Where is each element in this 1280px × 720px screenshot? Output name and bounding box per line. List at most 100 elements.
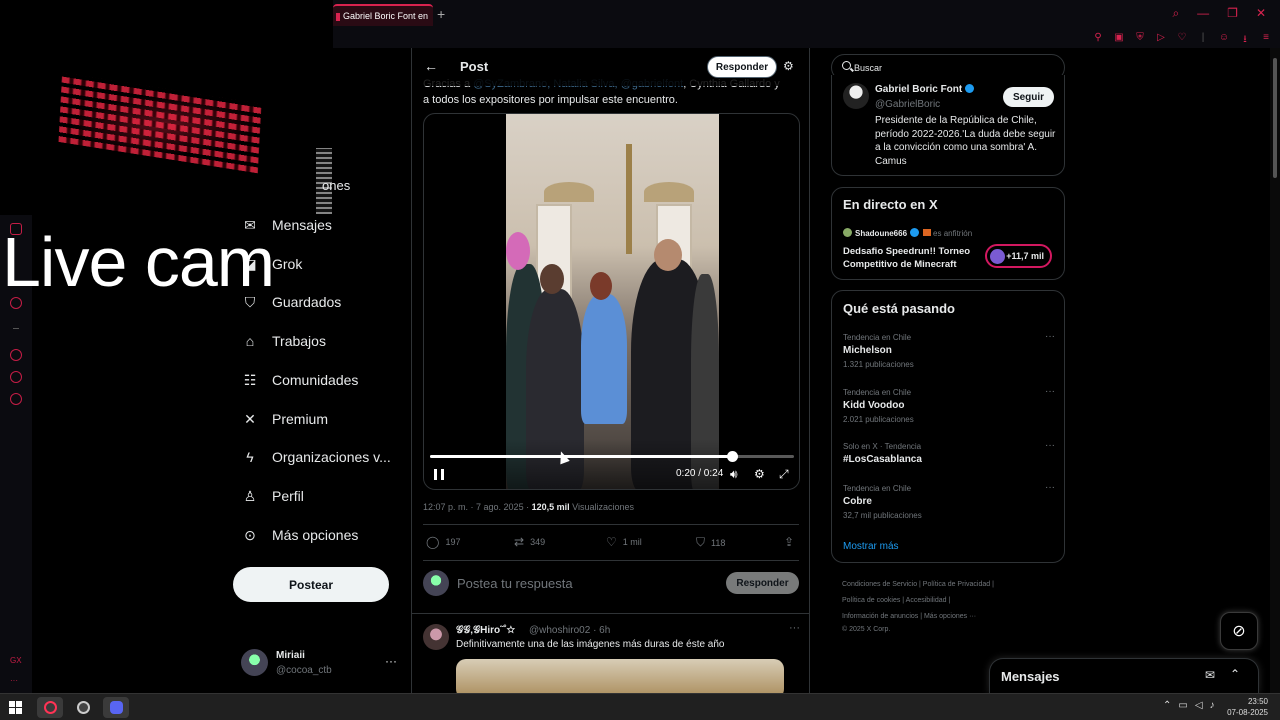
nav-item-notifications-partial[interactable]: ones [322,178,350,193]
trends-title: Qué está pasando [843,301,955,316]
tab-title: Gabriel Boric Font en [343,11,429,21]
trend-more-icon[interactable]: ··· [1045,386,1055,397]
video-scrubber-handle[interactable] [727,451,739,462]
page-scrollbar[interactable] [1270,48,1280,693]
shield-icon[interactable]: ⛨ [1134,32,1146,49]
footer-line[interactable]: Condiciones de Servicio | Política de Pr… [842,577,1062,593]
back-arrow-icon[interactable]: ← [424,58,438,74]
trend-item[interactable]: Tendencia en Chile Cobre 32,7 mil public… [843,482,1055,524]
reply-action[interactable]: ◯ 197 [426,535,460,549]
divider [423,560,799,561]
post-timestamp[interactable]: 12:07 p. m. · 7 ago. 2025 · [423,502,532,512]
trend-item[interactable]: Tendencia en Chile Michelson 1.321 publi… [843,331,1055,373]
nav-item-premium[interactable]: ✕ Premium [242,407,328,431]
bolt-icon: ϟ [246,449,254,465]
new-message-icon[interactable]: ✉ [1205,668,1215,682]
profile-handle[interactable]: @GabrielBoric [875,99,940,110]
trend-more-icon[interactable]: ··· [1045,440,1055,451]
sidebar-chat-icon[interactable] [10,371,22,383]
new-tab-button[interactable]: + [437,6,445,22]
expand-icon[interactable]: ⌃ [1230,667,1240,681]
profile-icon[interactable]: ☺ [1218,32,1230,49]
header-reply-button[interactable]: Responder [707,56,777,78]
nav-item-profile[interactable]: ♙ Perfil [242,484,304,508]
show-more-link[interactable]: Mostrar más [843,541,899,552]
footer-line[interactable]: Información de anuncios | Más opciones ·… [842,609,1062,625]
avatar[interactable] [843,83,869,109]
pin-icon[interactable]: ⚲ [1092,32,1104,49]
maximize-button[interactable]: ❐ [1227,6,1238,21]
snapshot-icon[interactable]: ▣ [1113,32,1125,49]
mic-icon[interactable]: ♪ [1210,700,1215,711]
scrollbar-thumb[interactable] [1273,58,1277,178]
volume-icon[interactable]: ◁ [1195,700,1203,711]
repost-action[interactable]: ⇄ 349 [514,535,545,549]
browser-tab-active[interactable]: Gabriel Boric Font en [333,4,433,26]
like-count: 1 mil [622,537,642,547]
post-button[interactable]: Postear [233,567,389,602]
close-button[interactable]: ✕ [1256,6,1266,21]
live-host-row[interactable]: Shadoune666 es anfitrión [843,228,972,238]
reply-tweet[interactable]: 𝒢𝒢,𝒢Hiro˜˚☆ @whoshiro02 · 6h ··· Definit… [423,622,803,693]
trend-context: Tendencia en Chile [843,388,912,397]
nav-item-jobs[interactable]: ⌂ Trabajos [242,329,326,353]
minimize-button[interactable]: — [1197,6,1209,21]
trend-more-icon[interactable]: ··· [1045,331,1055,342]
trend-more-icon[interactable]: ··· [1045,482,1055,493]
taskbar-obs[interactable] [70,697,96,718]
account-handle: @cocoa_ctb [276,665,332,676]
heart-icon[interactable]: ♡ [1176,32,1188,49]
profile-name[interactable]: Gabriel Boric Font [875,84,975,95]
account-more-icon[interactable]: ··· [385,654,397,668]
reply-author-name[interactable]: 𝒢𝒢,𝒢Hiro˜˚☆ [456,625,515,636]
system-clock[interactable]: 23:50 07-08-2025 [1226,696,1268,718]
like-action[interactable]: ♡ 1 mil [606,535,642,549]
sliders-icon[interactable]: ⚙ [783,59,794,73]
settings-gear-icon[interactable]: ⚙ [754,467,765,481]
video-frame [506,114,719,489]
download-icon[interactable]: ⭳ [1239,32,1251,49]
nav-label: Premium [272,411,329,427]
nav-label: Comunidades [272,372,359,388]
pause-icon[interactable] [434,469,444,480]
reply-submit-button[interactable]: Responder [726,572,799,594]
taskbar-opera[interactable] [37,697,63,718]
post-header: ← Post Responder ⚙ [412,48,809,86]
reply-image[interactable] [456,659,784,693]
play-icon[interactable]: ▷ [1155,32,1167,49]
messages-dock[interactable]: Mensajes ✉ ⌃ [989,658,1259,693]
bookmark-action[interactable]: ⛉ 118 [696,535,725,550]
share-action[interactable]: ⇪ [784,535,800,549]
sidebar-more-icon[interactable]: ··· [10,676,18,685]
network-icon[interactable]: ▭ [1178,700,1187,711]
account-switcher[interactable]: Miriaii @cocoa_ctb ··· [241,648,401,680]
nav-item-more[interactable]: ⊙ Más opciones [242,523,358,547]
nav-item-organizations[interactable]: ϟ Organizaciones v... [242,445,391,469]
nav-item-communities[interactable]: ☷ Comunidades [242,368,359,392]
sidebar-gx-icon[interactable]: GX [10,656,22,665]
sidebar-settings-icon[interactable] [10,393,22,405]
taskbar-discord[interactable] [103,697,129,718]
grok-floating-button[interactable]: ⊘ [1220,612,1258,650]
profile-card: Gabriel Boric Font @GabrielBoric Seguir … [831,75,1065,176]
live-stream-title[interactable]: Dedsafio Speedrun!! Torneo Competitivo d… [843,245,983,271]
video-player[interactable]: 0:20 / 0:24 🔊︎ ⚙ ⤢ [423,113,800,490]
fullscreen-icon[interactable]: ⤢ [779,467,789,482]
trend-item[interactable]: Tendencia en Chile Kidd Voodoo 2.021 pub… [843,386,1055,428]
account-name: Miriaii [276,650,305,661]
tray-chevron-icon[interactable]: ⌃ [1163,700,1171,711]
menu-icon[interactable]: ≡ [1260,32,1272,49]
live-viewers-badge[interactable]: +11,7 mil [985,244,1052,268]
footer-line[interactable]: Política de cookies | Accesibilidad | [842,593,1062,609]
reply-input[interactable]: Postea tu respuesta [457,576,573,591]
search-tabs-icon[interactable]: ⌕ [1172,6,1179,21]
reply-more-icon[interactable]: ··· [789,622,800,634]
trend-item[interactable]: Solo en X · Tendencia #LosCasablanca ··· [843,440,1055,482]
volume-icon[interactable]: 🔊︎ [730,467,738,482]
avatar[interactable] [423,624,449,650]
follow-button[interactable]: Seguir [1003,87,1054,107]
reply-author-handle[interactable]: @whoshiro02 · 6h [529,625,610,636]
video-progress-bar[interactable] [430,451,794,462]
sidebar-clock-icon[interactable] [10,349,22,361]
windows-start-icon[interactable] [9,701,22,714]
